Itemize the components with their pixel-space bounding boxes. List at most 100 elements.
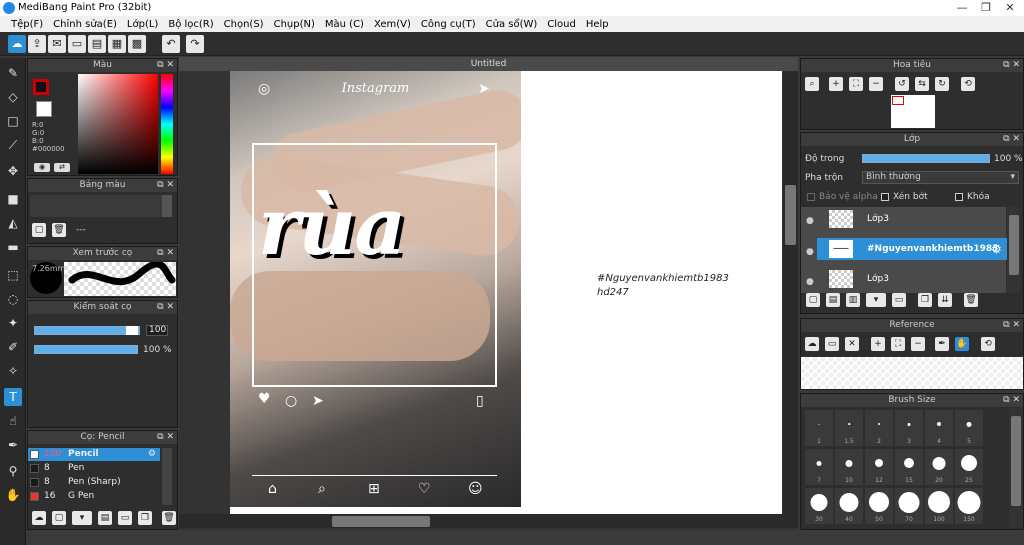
open-folder-icon[interactable]: ▭ [825,337,839,351]
layer-row[interactable]: Lớp3 [817,208,1007,230]
maximize-button[interactable]: ❐ [974,0,998,16]
new-palette-icon[interactable]: ▢ [32,223,46,237]
layer-opacity-slider[interactable] [862,154,990,163]
brush-item-pen[interactable]: 8 Pen [28,462,160,475]
close-button[interactable]: ✕ [998,0,1022,16]
panel-close-icon[interactable]: ⧉ ✕ [1003,133,1020,146]
menu-file[interactable]: Tệp(F) [6,19,48,30]
menu-help[interactable]: Help [581,19,614,30]
cloud-reference-icon[interactable]: ☁ [805,337,819,351]
text-tool-icon[interactable]: T [4,388,22,406]
ref-fit-icon[interactable]: ⛶ [891,337,905,351]
brush-item-g-pen[interactable]: 16 G Pen [28,490,160,503]
page-icon[interactable]: ▭ [68,35,86,53]
close-reference-icon[interactable]: ✕ [845,337,859,351]
fit-icon[interactable]: ⛶ [849,77,863,91]
brush-size-value[interactable]: 100 [146,325,168,336]
brush-opacity-slider[interactable] [34,345,138,354]
brush-size-cell[interactable]: 7 [805,449,833,485]
cloud-icon[interactable]: ☁ [8,35,26,53]
palette-scrollbar[interactable] [162,195,172,217]
ref-reset-icon[interactable]: ⟲ [981,337,995,351]
grid-icon[interactable]: ▩ [128,35,146,53]
brush-size-cell[interactable]: 10 [835,449,863,485]
rotate-left-icon[interactable]: ↺ [895,77,909,91]
grid-list-icon[interactable]: ▦ [108,35,126,53]
brush-size-cell[interactable]: 2 [865,410,893,446]
layer-visibility-icon[interactable]: ● [806,247,814,257]
swap-color-icon[interactable]: ⇄ [54,163,70,172]
select-eraser-tool-icon[interactable]: ✧ [4,362,22,380]
delete-palette-icon[interactable]: 🗑 [52,223,66,237]
brush-tool-icon[interactable]: ✎ [4,64,22,82]
panel-close-icon[interactable]: ⧉ ✕ [157,301,174,314]
duplicate-layer-icon[interactable]: ❐ [918,293,932,307]
panel-close-icon[interactable]: ⧉ ✕ [1003,59,1020,72]
layer-row-selected[interactable]: ━━━━━ #Nguyenvankhiemtb1983 ⚙ [817,238,1007,260]
duplicate-brush-icon[interactable]: ❐ [138,511,152,525]
background-color-swatch[interactable] [36,101,52,117]
panel-close-icon[interactable]: ⧉ ✕ [1003,394,1020,407]
delete-brush-icon[interactable]: 🗑 [162,511,176,525]
menu-layer[interactable]: Lớp(L) [122,19,163,30]
layer-settings-icon[interactable]: ⚙ [991,242,1002,256]
foreground-color-swatch[interactable] [33,79,49,95]
new-8bit-layer-icon[interactable]: ▥ [846,293,860,307]
menu-select[interactable]: Chọn(S) [219,19,269,30]
vertical-scroll-thumb[interactable] [785,185,796,245]
gradient-tool-icon[interactable]: ▬ [4,238,22,256]
minimize-button[interactable]: — [950,0,974,16]
zoom-in-icon[interactable]: + [829,77,843,91]
panel-close-icon[interactable]: ⧉ ✕ [157,179,174,192]
brush-size-cell[interactable]: 70 [895,488,923,524]
bucket-tool-icon[interactable]: ◭ [4,214,22,232]
rectangle-tool-icon[interactable]: □ [4,112,22,130]
eyedropper-tool-icon[interactable]: ✒ [4,436,22,454]
ref-eyedropper-icon[interactable]: ✒ [935,337,949,351]
brush-size-cell[interactable]: 4 [925,410,953,446]
flip-icon[interactable]: ⇆ [915,77,929,91]
brush-size-cell[interactable]: 25 [955,449,983,485]
brush-item-pencil[interactable]: 100 Pencil ⚙ [28,448,160,461]
brush-size-cell[interactable]: 3 [895,410,923,446]
folder-icon[interactable]: ▭ [118,511,132,525]
menu-view[interactable]: Xem(V) [369,19,416,30]
menu-snap[interactable]: Chụp(N) [269,19,320,30]
add-layer-dropdown-icon[interactable]: ▾ [866,293,886,307]
panel-close-icon[interactable]: ⧉ ✕ [157,59,174,72]
reset-view-icon[interactable]: ⟲ [961,77,975,91]
brush-settings-icon[interactable]: ⚙ [148,448,156,461]
layer-row[interactable]: Lớp3 [817,268,1007,290]
zoom-out-icon[interactable]: − [869,77,883,91]
document-icon[interactable]: ▤ [88,35,106,53]
reference-view[interactable] [801,357,1023,389]
menu-cloud[interactable]: Cloud [542,19,581,30]
select-pen-tool-icon[interactable]: ✐ [4,338,22,356]
lock-checkbox[interactable] [955,193,963,201]
panel-close-icon[interactable]: ⧉ ✕ [157,247,174,260]
comment-icon[interactable]: ✉ [48,35,66,53]
menu-filter[interactable]: Bộ lọc(R) [163,19,218,30]
palette-area[interactable] [30,195,162,217]
undo-icon[interactable]: ↶ [162,35,180,53]
vertical-scrollbar[interactable] [783,71,798,514]
brush-size-slider[interactable] [34,326,140,335]
brush-size-cell[interactable]: 20 [925,449,953,485]
brush-item-pen-sharp[interactable]: 8 Pen (Sharp) [28,476,160,489]
document-tab[interactable]: Untitled [179,57,798,71]
panel-close-icon[interactable]: ⧉ ✕ [157,431,174,444]
brush-size-cell[interactable]: 50 [865,488,893,524]
horizontal-scrollbar[interactable] [179,514,798,528]
hue-slider[interactable] [161,74,173,174]
line-tool-icon[interactable]: ⟋ [4,136,22,154]
layer-folder-icon[interactable]: ▭ [892,293,906,307]
ref-zoom-out-icon[interactable]: − [911,337,925,351]
horizontal-scroll-thumb[interactable] [332,516,430,527]
brush-size-cell[interactable]: 12 [865,449,893,485]
color-field[interactable] [78,74,158,174]
clipping-checkbox[interactable] [881,193,889,201]
ref-hand-icon[interactable]: ✋ [955,337,969,351]
redo-icon[interactable]: ↷ [186,35,204,53]
layer-visibility-icon[interactable]: ● [806,277,814,287]
ref-zoom-in-icon[interactable]: + [871,337,885,351]
